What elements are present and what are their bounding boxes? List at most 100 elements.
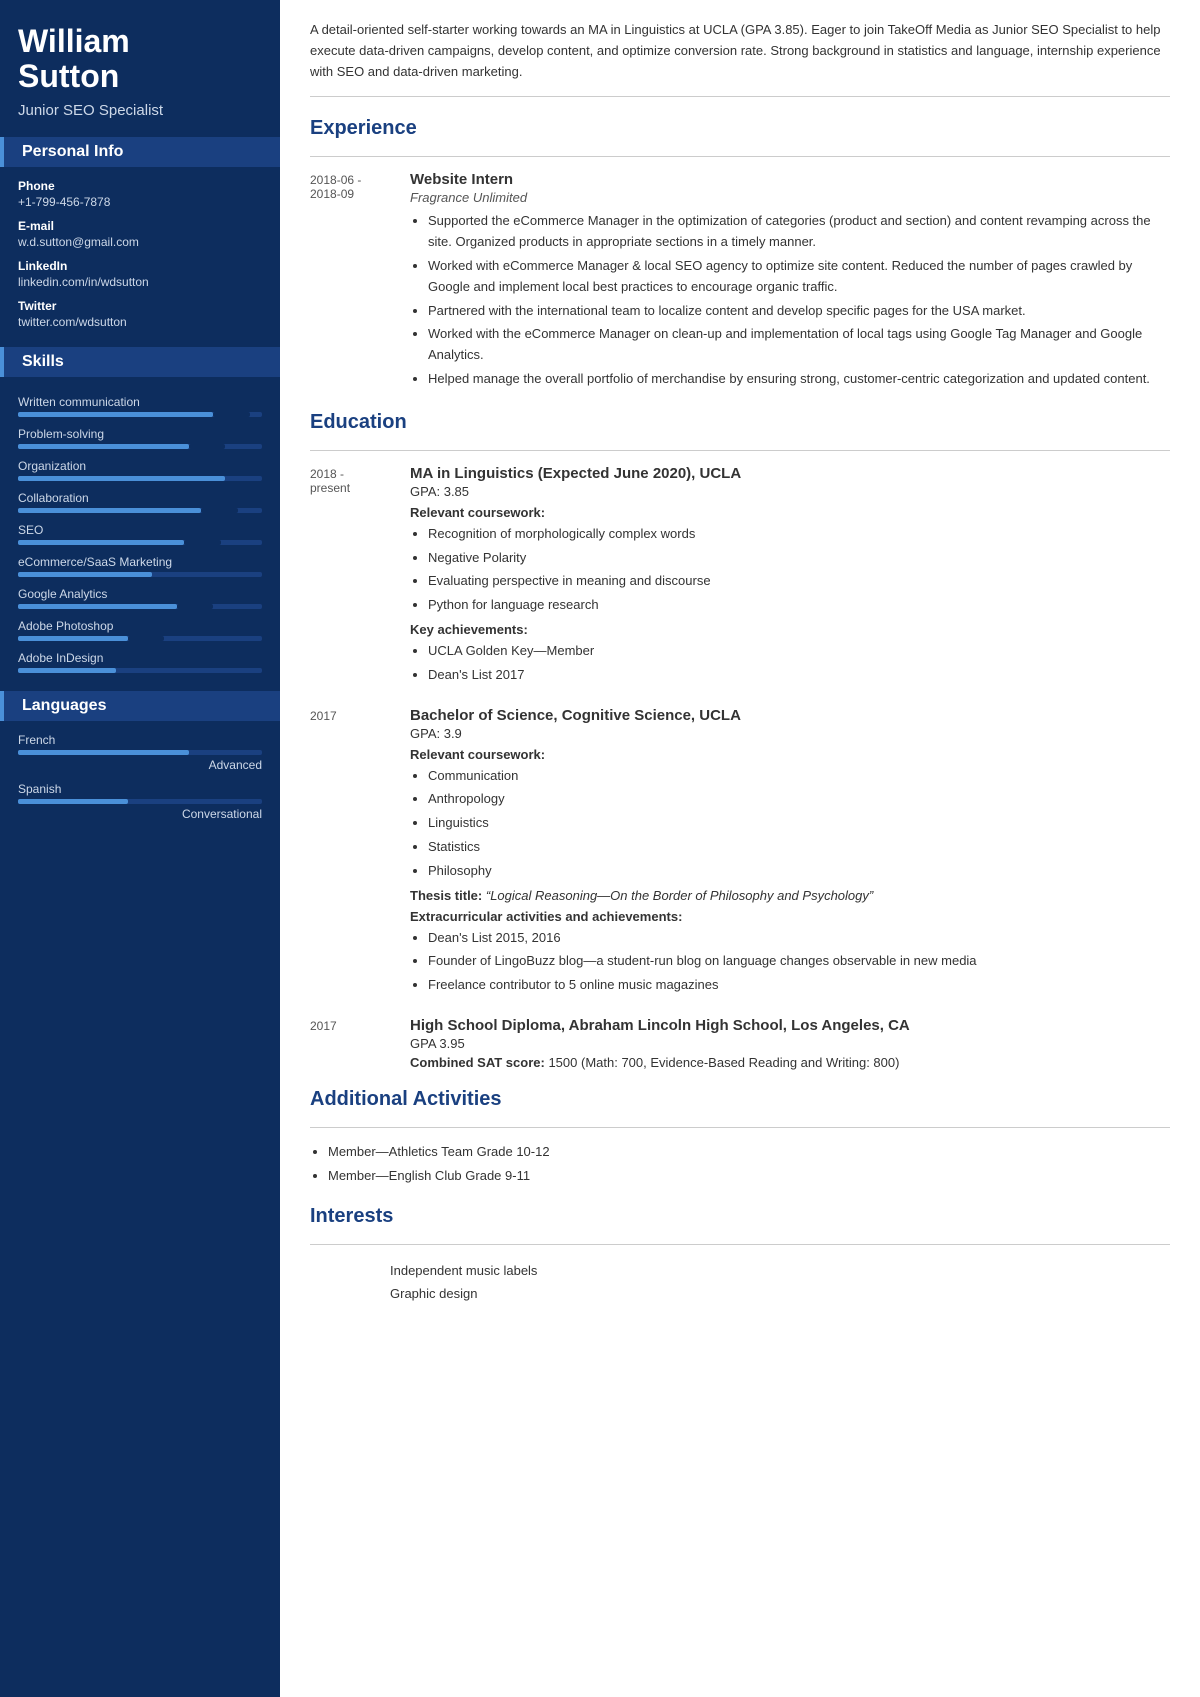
extra-list: Dean's List 2015, 2016Founder of LingoBu… (410, 928, 1170, 996)
skill-item: Adobe InDesign (18, 651, 262, 673)
entry-body: Website Intern Fragrance Unlimited Suppo… (410, 171, 1170, 392)
entry-gpa: GPA: 3.9 (410, 726, 1170, 741)
email-label: E-mail (18, 219, 262, 233)
extra-item: Dean's List 2015, 2016 (428, 928, 1170, 949)
skill-item: Adobe Photoshop (18, 619, 262, 641)
interests-section-title: Interests (310, 1205, 1170, 1232)
experience-entry: 2018-06 - 2018-09 Website Intern Fragran… (310, 171, 1170, 392)
achievements-list: UCLA Golden Key—Member Dean's List 2017 (410, 641, 1170, 686)
coursework-list: CommunicationAnthropology Linguistics Stat… (410, 766, 1170, 882)
education-entry: 2018 - present MA in Linguistics (Expect… (310, 465, 1170, 689)
skill-name: Google Analytics (18, 587, 262, 601)
skill-item: eCommerce/SaaS Marketing (18, 555, 262, 577)
linkedin-value: linkedin.com/in/wdsutton (18, 275, 262, 289)
experience-bullet: Helped manage the overall portfolio of m… (428, 369, 1170, 390)
skill-name: eCommerce/SaaS Marketing (18, 555, 262, 569)
entry-title: MA in Linguistics (Expected June 2020), … (410, 465, 1170, 482)
additional-activities: Member—Athletics Team Grade 10-12 Member—… (310, 1142, 1170, 1187)
candidate-name: William Sutton (18, 24, 262, 94)
entry-title: Bachelor of Science, Cognitive Science, … (410, 707, 1170, 724)
coursework-label: Relevant coursework: (410, 505, 1170, 520)
twitter-value: twitter.com/wdsutton (18, 315, 262, 329)
entry-gpa: GPA 3.95 (410, 1036, 1170, 1051)
skills-list: Written communication Problem-solving Or… (18, 395, 262, 673)
skill-name: Organization (18, 459, 262, 473)
coursework-item: Linguistics (428, 813, 1170, 834)
skill-name: Collaboration (18, 491, 262, 505)
experience-section-title: Experience (310, 117, 1170, 144)
coursework-item: Recognition of morphologically complex w… (428, 524, 1170, 545)
language-item: Spanish Conversational (18, 782, 262, 821)
candidate-title: Junior SEO Specialist (18, 102, 262, 119)
achievement-item: UCLA Golden Key—Member (428, 641, 1170, 662)
language-level: Advanced (18, 758, 262, 772)
entry-date: 2018 - present (310, 465, 410, 689)
additional-divider (310, 1127, 1170, 1128)
experience-divider (310, 156, 1170, 157)
skill-item: Google Analytics (18, 587, 262, 609)
interests-list: Independent music labelsGraphic design (310, 1259, 1170, 1305)
language-item: French Advanced (18, 733, 262, 772)
experience-bullet: Worked with eCommerce Manager & local SE… (428, 256, 1170, 298)
entry-date: 2017 (310, 1017, 410, 1070)
education-section-title: Education (310, 411, 1170, 438)
skill-item: Organization (18, 459, 262, 481)
education-entry: 2017 High School Diploma, Abraham Lincol… (310, 1017, 1170, 1070)
extra-label: Extracurricular activities and achieveme… (410, 909, 1170, 924)
email-value: w.d.sutton@gmail.com (18, 235, 262, 249)
additional-item: Member—English Club Grade 9-11 (328, 1166, 1170, 1187)
interests-divider (310, 1244, 1170, 1245)
entry-date: 2017 (310, 707, 410, 999)
experience-bullet: Worked with the eCommerce Manager on cle… (428, 324, 1170, 366)
skill-name: Adobe InDesign (18, 651, 262, 665)
skill-name: Problem-solving (18, 427, 262, 441)
skills-heading: Skills (0, 347, 280, 377)
education-divider (310, 450, 1170, 451)
entry-body: High School Diploma, Abraham Lincoln Hig… (410, 1017, 1170, 1070)
skill-item: SEO (18, 523, 262, 545)
skill-item: Collaboration (18, 491, 262, 513)
entry-date: 2018-06 - 2018-09 (310, 171, 410, 392)
coursework-item: Communication (428, 766, 1170, 787)
skill-item: Written communication (18, 395, 262, 417)
entry-body: Bachelor of Science, Cognitive Science, … (410, 707, 1170, 999)
coursework-item: Anthropology (428, 789, 1170, 810)
experience-bullet: Supported the eCommerce Manager in the o… (428, 211, 1170, 253)
coursework-item: Python for language research (428, 595, 1170, 616)
coursework-item: Philosophy (428, 861, 1170, 882)
sidebar: William Sutton Junior SEO Specialist Per… (0, 0, 280, 1697)
interest-item: Graphic design (310, 1282, 1170, 1305)
achievements-label: Key achievements: (410, 622, 1170, 637)
entry-company: Fragrance Unlimited (410, 190, 1170, 205)
language-name: French (18, 733, 262, 747)
coursework-item: Evaluating perspective in meaning and di… (428, 571, 1170, 592)
education-entries: 2018 - present MA in Linguistics (Expect… (310, 465, 1170, 1070)
languages-heading: Languages (0, 691, 280, 721)
additional-section-title: Additional Activities (310, 1088, 1170, 1115)
twitter-label: Twitter (18, 299, 262, 313)
coursework-label: Relevant coursework: (410, 747, 1170, 762)
experience-bullet: Partnered with the international team to… (428, 301, 1170, 322)
personal-info-heading: Personal Info (0, 137, 280, 167)
extra-item: Freelance contributor to 5 online music … (428, 975, 1170, 996)
experience-entries: 2018-06 - 2018-09 Website Intern Fragran… (310, 171, 1170, 392)
additional-item: Member—Athletics Team Grade 10-12 (328, 1142, 1170, 1163)
language-level: Conversational (18, 807, 262, 821)
thesis-line: Thesis title: “Logical Reasoning—On the … (410, 888, 1170, 903)
skill-name: Adobe Photoshop (18, 619, 262, 633)
additional-list: Member—Athletics Team Grade 10-12 Member—… (310, 1142, 1170, 1187)
skill-name: SEO (18, 523, 262, 537)
entry-bullets: Supported the eCommerce Manager in the o… (410, 211, 1170, 389)
languages-list: French Advanced Spanish Conversational (18, 733, 262, 821)
extra-item: Founder of LingoBuzz blog—a student-run … (428, 951, 1170, 972)
phone-value: +1-799-456-7878 (18, 195, 262, 209)
education-entry: 2017 Bachelor of Science, Cognitive Scie… (310, 707, 1170, 999)
coursework-item: Statistics (428, 837, 1170, 858)
skill-item: Problem-solving (18, 427, 262, 449)
skill-name: Written communication (18, 395, 262, 409)
entry-body: MA in Linguistics (Expected June 2020), … (410, 465, 1170, 689)
achievement-item: Dean's List 2017 (428, 665, 1170, 686)
main-content: A detail-oriented self-starter working t… (280, 0, 1200, 1697)
phone-label: Phone (18, 179, 262, 193)
entry-title: High School Diploma, Abraham Lincoln Hig… (410, 1017, 1170, 1034)
